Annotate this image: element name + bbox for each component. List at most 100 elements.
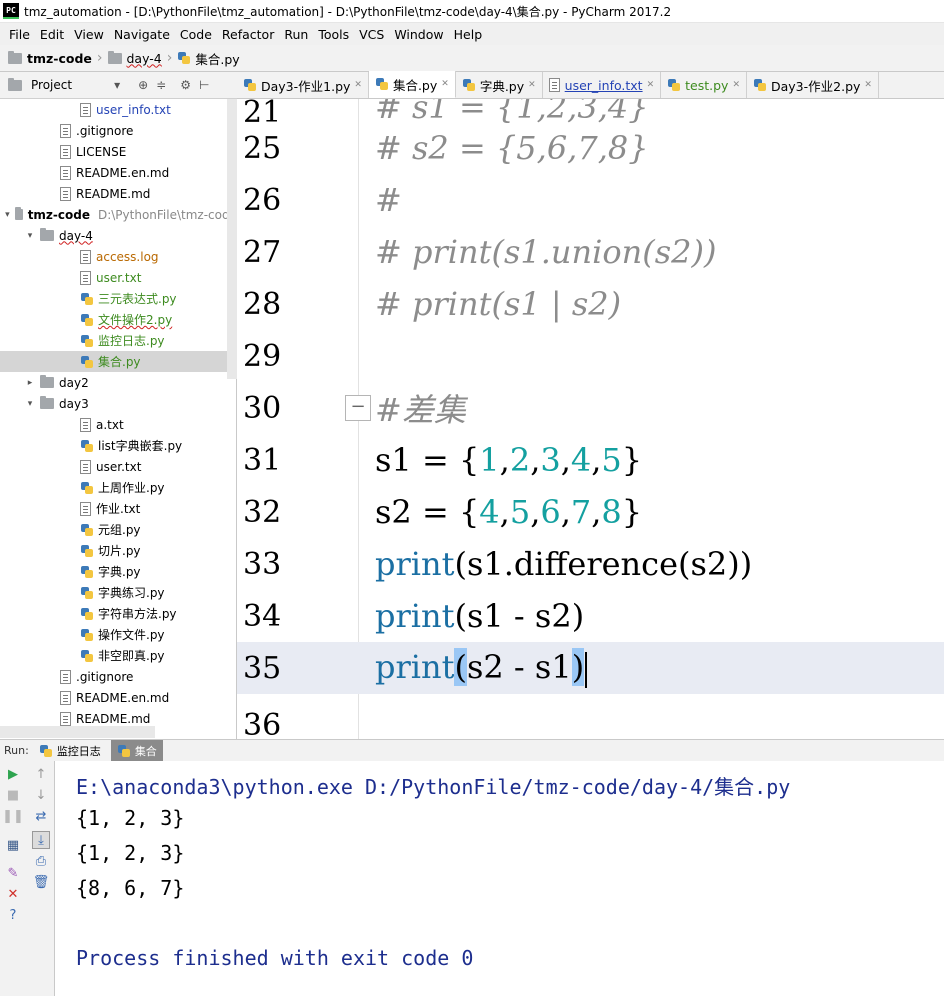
run-tab[interactable]: 集合 bbox=[110, 739, 163, 762]
hide-panel-icon[interactable]: ⊢ bbox=[199, 78, 209, 92]
tree-item[interactable]: 字符串方法.py bbox=[0, 603, 236, 624]
close-tab-icon[interactable]: ✕ bbox=[354, 80, 362, 90]
editor-tab[interactable]: user_info.txt ✕ bbox=[543, 72, 662, 98]
tree-item[interactable]: ▸ day2 bbox=[0, 372, 236, 393]
tree-item[interactable]: README.en.md bbox=[0, 687, 236, 708]
tree-item[interactable]: 上周作业.py bbox=[0, 477, 236, 498]
tree-item[interactable]: .gitignore bbox=[0, 666, 236, 687]
tree-item[interactable]: a.txt bbox=[0, 414, 236, 435]
code-token: 4 bbox=[570, 441, 592, 479]
line-number: 29 bbox=[243, 338, 282, 374]
tree-item[interactable]: LICENSE bbox=[0, 141, 236, 162]
up-arrow-icon[interactable]: ↑ bbox=[32, 765, 50, 783]
menu-window[interactable]: Window bbox=[389, 27, 448, 42]
down-arrow-icon[interactable]: ↓ bbox=[32, 786, 50, 804]
run-tab[interactable]: 监控日志 bbox=[33, 740, 107, 762]
tree-item[interactable]: 操作文件.py bbox=[0, 624, 236, 645]
menu-vcs[interactable]: VCS bbox=[354, 27, 389, 42]
scroll-from-source-icon[interactable]: ⊕ bbox=[138, 78, 148, 92]
trash-icon[interactable]: 🗑 bbox=[32, 873, 50, 891]
pin-icon[interactable]: ✎ bbox=[4, 864, 22, 882]
tree-item[interactable]: README.md bbox=[0, 183, 236, 204]
help-icon[interactable]: ? bbox=[4, 906, 22, 924]
tree-item[interactable]: 切片.py bbox=[0, 540, 236, 561]
code-editor[interactable]: 21 # s1 = {1,2,3,4} 36 25 # s2 = {5,6,7,8… bbox=[237, 99, 944, 739]
tree-item-label: list字典嵌套.py bbox=[98, 439, 183, 453]
editor-tab[interactable]: Day3-作业1.py ✕ bbox=[237, 72, 369, 98]
breadcrumb-item-day-4[interactable]: day-4 › bbox=[107, 50, 178, 66]
dropdown-arrow-icon[interactable]: ▾ bbox=[114, 78, 120, 92]
tree-item[interactable]: README.en.md bbox=[0, 162, 236, 183]
run-console[interactable]: E:\anaconda3\python.exe D:/PythonFile/tm… bbox=[55, 761, 944, 996]
tree-item[interactable]: 文件操作2.py bbox=[0, 309, 236, 330]
code-line: 34 print(s1 - s2) bbox=[237, 590, 944, 642]
project-tree-scrollbar[interactable] bbox=[227, 99, 237, 379]
tree-item-label: 切片.py bbox=[98, 544, 141, 558]
code-token: 1 bbox=[479, 441, 500, 479]
editor-tab-label: Day3-作业1.py bbox=[261, 78, 351, 94]
tree-item[interactable]: user.txt bbox=[0, 456, 236, 477]
tree-item[interactable]: 非空即真.py bbox=[0, 645, 236, 666]
menu-help[interactable]: Help bbox=[449, 27, 488, 42]
window-title: tmz_automation - [D:\PythonFile\tmz_auto… bbox=[24, 4, 672, 19]
print-icon[interactable]: ⎙ bbox=[32, 852, 50, 870]
editor-tab[interactable]: test.py ✕ bbox=[661, 72, 747, 98]
editor-tab[interactable]: 集合.py ✕ bbox=[368, 71, 456, 98]
rerun-icon[interactable]: ▶ bbox=[4, 765, 22, 783]
scroll-to-end-icon[interactable]: ⤓ bbox=[32, 831, 50, 849]
editor-tab[interactable]: Day3-作业2.py ✕ bbox=[747, 72, 879, 98]
tree-item[interactable]: 字典.py bbox=[0, 561, 236, 582]
tree-item[interactable]: 作业.txt bbox=[0, 498, 236, 519]
tree-item[interactable]: user.txt bbox=[0, 267, 236, 288]
close-icon[interactable]: ✕ bbox=[4, 885, 22, 903]
breadcrumb-item-file[interactable]: 集合.py bbox=[177, 49, 240, 68]
project-tree-horizontal-scrollbar[interactable] bbox=[0, 726, 155, 738]
soft-wrap-icon[interactable]: ⇄ bbox=[32, 807, 50, 825]
project-view-selector[interactable]: Project bbox=[31, 78, 72, 92]
code-token: } bbox=[621, 493, 643, 531]
editor-tab[interactable]: 字典.py ✕ bbox=[456, 72, 543, 98]
tree-item[interactable]: 三元表达式.py bbox=[0, 288, 236, 309]
restore-layout-icon[interactable]: ▦ bbox=[4, 836, 22, 854]
collapse-arrow-icon[interactable]: ▾ bbox=[24, 399, 36, 409]
fold-toggle-icon[interactable]: − bbox=[345, 395, 371, 421]
collapse-all-icon[interactable]: ≑ bbox=[156, 78, 166, 92]
collapse-arrow-icon[interactable]: ▾ bbox=[4, 210, 11, 220]
expand-arrow-icon[interactable]: ▸ bbox=[24, 378, 36, 388]
tree-item[interactable]: 监控日志.py bbox=[0, 330, 236, 351]
close-tab-icon[interactable]: ✕ bbox=[864, 80, 872, 90]
python-file-icon bbox=[462, 78, 476, 92]
tree-item[interactable]: list字典嵌套.py bbox=[0, 435, 236, 456]
stop-icon[interactable]: ■ bbox=[4, 786, 22, 804]
menu-code[interactable]: Code bbox=[175, 27, 217, 42]
gear-icon[interactable]: ⚙ bbox=[180, 78, 191, 92]
tree-item[interactable]: .gitignore bbox=[0, 120, 236, 141]
collapse-arrow-icon[interactable]: ▾ bbox=[24, 231, 36, 241]
python-file-icon bbox=[80, 292, 94, 306]
tree-item[interactable]: access.log bbox=[0, 246, 236, 267]
menu-file[interactable]: File bbox=[4, 27, 35, 42]
close-tab-icon[interactable]: ✕ bbox=[441, 79, 449, 89]
menu-navigate[interactable]: Navigate bbox=[109, 27, 175, 42]
close-tab-icon[interactable]: ✕ bbox=[647, 80, 655, 90]
close-tab-icon[interactable]: ✕ bbox=[528, 80, 536, 90]
close-tab-icon[interactable]: ✕ bbox=[732, 80, 740, 90]
menu-tools[interactable]: Tools bbox=[313, 27, 354, 42]
folder-icon bbox=[14, 207, 23, 220]
menu-refactor[interactable]: Refactor bbox=[217, 27, 279, 42]
tree-item[interactable]: ▾ tmz-code D:\PythonFile\tmz-code bbox=[0, 204, 236, 225]
tree-item[interactable]: 集合.py bbox=[0, 351, 236, 372]
menu-view[interactable]: View bbox=[69, 27, 109, 42]
tree-item[interactable]: 元组.py bbox=[0, 519, 236, 540]
tree-item[interactable]: user_info.txt bbox=[0, 99, 236, 120]
tree-item[interactable]: ▾ day-4 bbox=[0, 225, 236, 246]
code-token: #差集 bbox=[375, 391, 466, 429]
menu-run[interactable]: Run bbox=[279, 27, 313, 42]
pause-icon[interactable]: ❚❚ bbox=[2, 807, 24, 825]
breadcrumb-item-tmz-code[interactable]: tmz-code › bbox=[8, 50, 108, 66]
python-file-icon bbox=[80, 523, 94, 537]
tree-item[interactable]: ▾ day3 bbox=[0, 393, 236, 414]
line-number: 26 bbox=[243, 182, 282, 218]
tree-item[interactable]: 字典练习.py bbox=[0, 582, 236, 603]
menu-edit[interactable]: Edit bbox=[35, 27, 69, 42]
